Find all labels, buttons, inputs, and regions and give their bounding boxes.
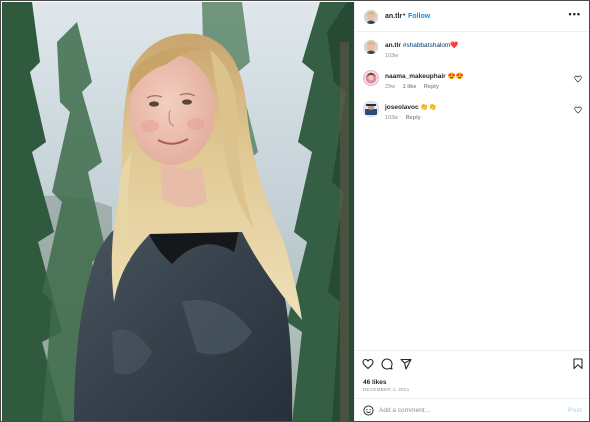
- comment-avatar-image: [363, 101, 379, 117]
- comment-username[interactable]: naama_makeuphair: [385, 73, 446, 80]
- likes-count[interactable]: 46 likes: [363, 379, 387, 386]
- author-username[interactable]: an.tlr: [385, 13, 402, 20]
- caption: an.tlr #shabbatshalom❤️ 103w: [355, 32, 589, 64]
- instagram-post-window: an.tlr • Follow ••• an.tlr #shabbatshalo…: [0, 0, 590, 422]
- comment-time: 103w: [385, 115, 399, 121]
- comment-body: 😍😍: [447, 73, 464, 80]
- comment-meta: 103w Reply: [385, 115, 427, 121]
- post-comment-button[interactable]: Post: [568, 407, 582, 414]
- post-photo: [2, 2, 354, 421]
- more-options-icon[interactable]: •••: [569, 9, 581, 19]
- caption-text: an.tlr #shabbatshalom❤️: [385, 41, 459, 49]
- heart-icon[interactable]: [362, 358, 374, 370]
- separator-dot: •: [403, 12, 406, 19]
- comment-text: naama_makeuphair 😍😍: [385, 72, 464, 80]
- comment-body: 👏👏: [420, 104, 437, 111]
- author-avatar[interactable]: [364, 10, 378, 24]
- comment-input[interactable]: [379, 404, 559, 417]
- bookmark-icon[interactable]: [572, 358, 584, 370]
- post-photo-image: [2, 2, 354, 421]
- paper-plane-icon[interactable]: [400, 358, 412, 370]
- follow-button[interactable]: Follow: [408, 13, 430, 20]
- reply-button[interactable]: Reply: [424, 84, 439, 90]
- caption-meta: 103w: [385, 53, 404, 59]
- smiley-icon[interactable]: [363, 405, 374, 416]
- small-heart-icon[interactable]: [574, 75, 582, 83]
- small-heart-icon[interactable]: [574, 106, 582, 114]
- comment-bubble-icon[interactable]: [381, 358, 393, 370]
- comment-likes[interactable]: 1 like: [403, 84, 417, 90]
- comment-item: naama_makeuphair 😍😍 29w 1 like Reply: [355, 65, 589, 95]
- comment-meta: 29w 1 like Reply: [385, 84, 445, 90]
- caption-avatar-image: [364, 40, 378, 54]
- post-header: an.tlr • Follow •••: [355, 2, 589, 32]
- comment-time: 29w: [385, 84, 396, 90]
- post-date: DECEMBER 4, 2021: [363, 387, 410, 392]
- post-side-panel: an.tlr • Follow ••• an.tlr #shabbatshalo…: [354, 2, 589, 421]
- caption-username[interactable]: an.tlr: [385, 42, 401, 49]
- reply-button[interactable]: Reply: [406, 115, 421, 121]
- caption-time: 103w: [385, 53, 399, 59]
- add-comment-bar: Post: [355, 398, 589, 421]
- comment-item: joseolavoc 👏👏 103w Reply: [355, 96, 589, 126]
- action-bar: 46 likes: [355, 350, 589, 390]
- comment-avatar-image: [363, 70, 379, 86]
- comment-avatar[interactable]: [363, 70, 379, 86]
- comment-text: joseolavoc 👏👏: [385, 103, 437, 111]
- caption-hashtag[interactable]: #shabbatshalom: [403, 42, 451, 49]
- comments-list: an.tlr #shabbatshalom❤️ 103w naama_makeu…: [355, 32, 589, 350]
- comment-avatar[interactable]: [363, 101, 379, 117]
- comment-username[interactable]: joseolavoc: [385, 104, 419, 111]
- author-avatar-image: [364, 10, 378, 24]
- caption-avatar[interactable]: [364, 40, 378, 54]
- caption-emoji: ❤️: [450, 42, 459, 49]
